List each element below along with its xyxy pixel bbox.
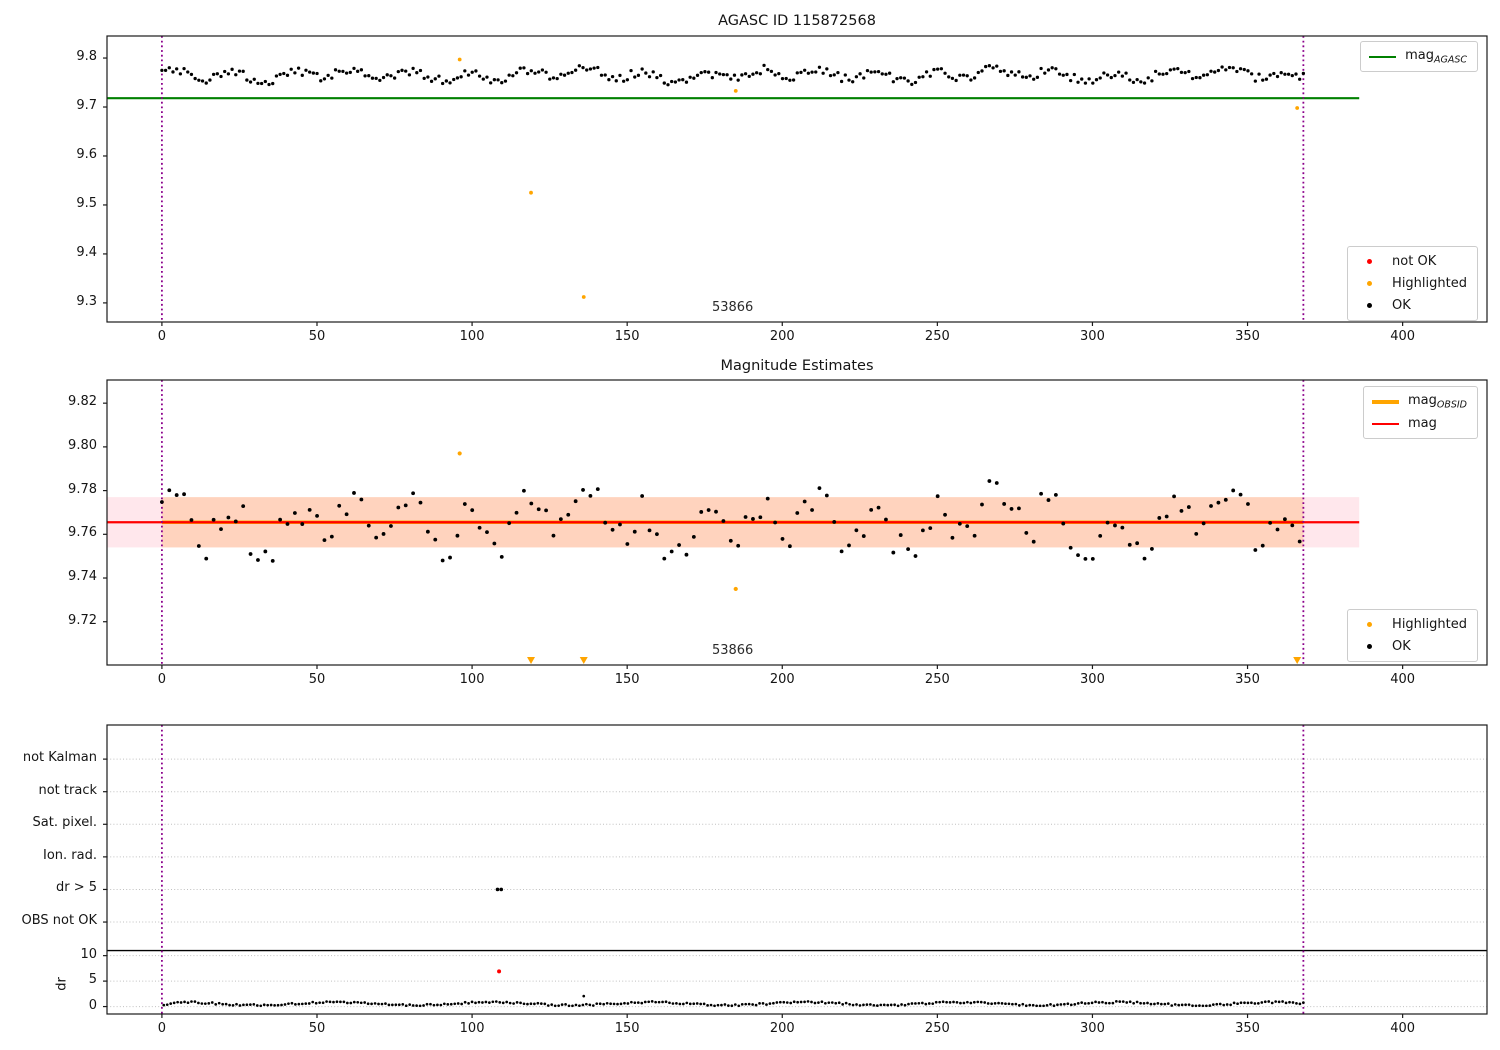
plot1-xtick-label-200: 200 xyxy=(769,329,795,344)
plot1-ytick-label-9.7: 9.7 xyxy=(76,98,97,113)
plot1-ytick-label-9.8: 9.8 xyxy=(76,49,97,65)
plot1-legend-markers-entry: not OK xyxy=(1356,252,1467,271)
legend-label: OK xyxy=(1392,298,1411,313)
plot3-flag-point-dr-gt-5 xyxy=(499,887,504,892)
plot3-xtick-label-150: 150 xyxy=(614,1021,640,1036)
plot1-xtick-label-350: 350 xyxy=(1235,329,1260,344)
plot1-ok-points xyxy=(160,63,1306,87)
plot1-legend-markers: not OK Highlighted OK xyxy=(1347,246,1478,321)
plot1-xtick-label-50: 50 xyxy=(308,329,326,344)
plot1-ytick-label-9.4: 9.4 xyxy=(76,244,97,260)
plot1-highlighted-points xyxy=(457,57,1300,299)
plot3-flags-ytick-label-not track: not track xyxy=(38,782,97,798)
plot3-xtick-label-0: 0 xyxy=(157,1021,167,1036)
plot2-xtick-label-300: 300 xyxy=(1080,672,1105,687)
plot3-dr-points xyxy=(162,994,1305,1008)
legend-line-swatch xyxy=(1369,55,1397,58)
plot2-legend-markers-entry: Highlighted xyxy=(1356,615,1467,634)
plot3-xtick-label-50: 50 xyxy=(308,1021,326,1036)
plot3-xtick-label-200: 200 xyxy=(769,1021,795,1036)
plot2-ytick-label-9.82: 9.82 xyxy=(68,394,97,410)
plot3-flags-ytick-label-Sat. pixel.: Sat. pixel. xyxy=(32,815,97,831)
legend-dot-swatch xyxy=(1356,259,1383,264)
plot3-dr-outlier-point xyxy=(497,969,502,974)
plot3-flags-ytick-label-Ion. rad.: Ion. rad. xyxy=(43,847,97,863)
plot1-ytick-label-9.3: 9.3 xyxy=(76,293,97,309)
plot1-ytick-label-9.6: 9.6 xyxy=(76,146,97,162)
plot3-xtick-label-350: 350 xyxy=(1235,1021,1260,1036)
plot1-title: AGASC ID 115872568 xyxy=(718,13,876,29)
plot2-xtick-label-400: 400 xyxy=(1390,672,1416,687)
plot2-legend-lines-entry: mag xyxy=(1371,414,1467,433)
legend-dot-swatch xyxy=(1356,622,1383,627)
charts-svg xyxy=(103,35,1488,1018)
plot2-obsid-annotation: 53866 xyxy=(711,643,754,658)
plot2-xtick-label-350: 350 xyxy=(1235,672,1260,687)
plot3-frame xyxy=(106,724,1488,1015)
plot2-xtick-label-150: 150 xyxy=(614,672,640,687)
plot2-xtick-label-50: 50 xyxy=(308,672,326,687)
plot3-flags-ytick-label-OBS not OK: OBS not OK xyxy=(21,913,98,929)
legend-line-swatch xyxy=(1371,399,1399,404)
plot2-xtick-label-250: 250 xyxy=(924,672,950,687)
plot3-flags-ytick-label-not Kalman: not Kalman xyxy=(22,750,97,766)
legend-line-swatch xyxy=(1371,422,1399,425)
plot2-title: Magnitude Estimates xyxy=(720,358,874,374)
plot3-flag-point-dr-gt-5 xyxy=(495,887,500,892)
plot2-clipped-below-triangles xyxy=(527,657,1302,664)
plot3-dr-ytick-label-0: 0 xyxy=(88,997,97,1013)
plot3-flags-ytick-label-dr > 5: dr > 5 xyxy=(55,880,97,896)
plot3-xtick-label-400: 400 xyxy=(1390,1021,1416,1036)
legend-label: mag xyxy=(1407,416,1437,431)
plot3-dr-ytick-label-10: 10 xyxy=(80,946,97,962)
plot2-legend-lines: magOBSID mag xyxy=(1362,386,1478,439)
legend-label: OK xyxy=(1392,639,1411,654)
plot2-ytick-label-9.74: 9.74 xyxy=(68,569,97,584)
plot1-legend-markers-entry: OK xyxy=(1356,296,1467,315)
legend-label: not OK xyxy=(1392,254,1437,269)
plot2-ytick-label-9.80: 9.80 xyxy=(68,437,97,453)
plot1-ytick-label-9.5: 9.5 xyxy=(76,195,97,211)
plot2-xtick-label-100: 100 xyxy=(459,672,485,687)
plot1-obsid-annotation: 53866 xyxy=(711,300,754,315)
legend-dot-swatch xyxy=(1356,281,1383,286)
plot2-legend-markers-entry: OK xyxy=(1356,637,1467,656)
plot3-xtick-label-250: 250 xyxy=(924,1021,950,1036)
plot2-ytick-label-9.78: 9.78 xyxy=(68,481,97,497)
figure-canvas: AGASC ID 115872568 Magnitude Estimates d… xyxy=(0,0,1500,1050)
plot1-legend-magagasc-entry: magAGASC xyxy=(1369,47,1467,66)
legend-label: magOBSID xyxy=(1407,392,1467,411)
plot3-dr-ytick-label-5: 5 xyxy=(88,972,97,988)
plot1-xtick-label-100: 100 xyxy=(459,329,485,344)
plot1-xtick-label-250: 250 xyxy=(924,329,950,344)
legend-dot-swatch xyxy=(1356,303,1383,308)
plot1-xtick-label-400: 400 xyxy=(1390,329,1416,344)
plot2-legend-lines-entry: magOBSID xyxy=(1371,392,1467,411)
plot2-xtick-label-0: 0 xyxy=(157,672,167,687)
legend-label: magAGASC xyxy=(1405,47,1467,66)
plot2-legend-markers: Highlighted OK xyxy=(1347,609,1478,662)
plot1-xtick-label-300: 300 xyxy=(1080,329,1105,344)
plot2-ytick-label-9.72: 9.72 xyxy=(68,612,97,628)
plot3-xtick-label-300: 300 xyxy=(1080,1021,1105,1036)
plot1-xtick-label-150: 150 xyxy=(614,329,640,344)
plot1-xtick-label-0: 0 xyxy=(157,329,167,344)
plot3-xtick-label-100: 100 xyxy=(459,1021,485,1036)
plot2-xtick-label-200: 200 xyxy=(769,672,795,687)
plot1-frame xyxy=(106,35,1488,323)
plot1-legend-markers-entry: Highlighted xyxy=(1356,274,1467,293)
legend-label: Highlighted xyxy=(1392,276,1467,291)
plot2-ytick-label-9.76: 9.76 xyxy=(68,525,97,541)
legend-label: Highlighted xyxy=(1392,617,1467,632)
plot1-legend-magagasc: magAGASC xyxy=(1360,41,1478,72)
legend-dot-swatch xyxy=(1356,644,1383,649)
